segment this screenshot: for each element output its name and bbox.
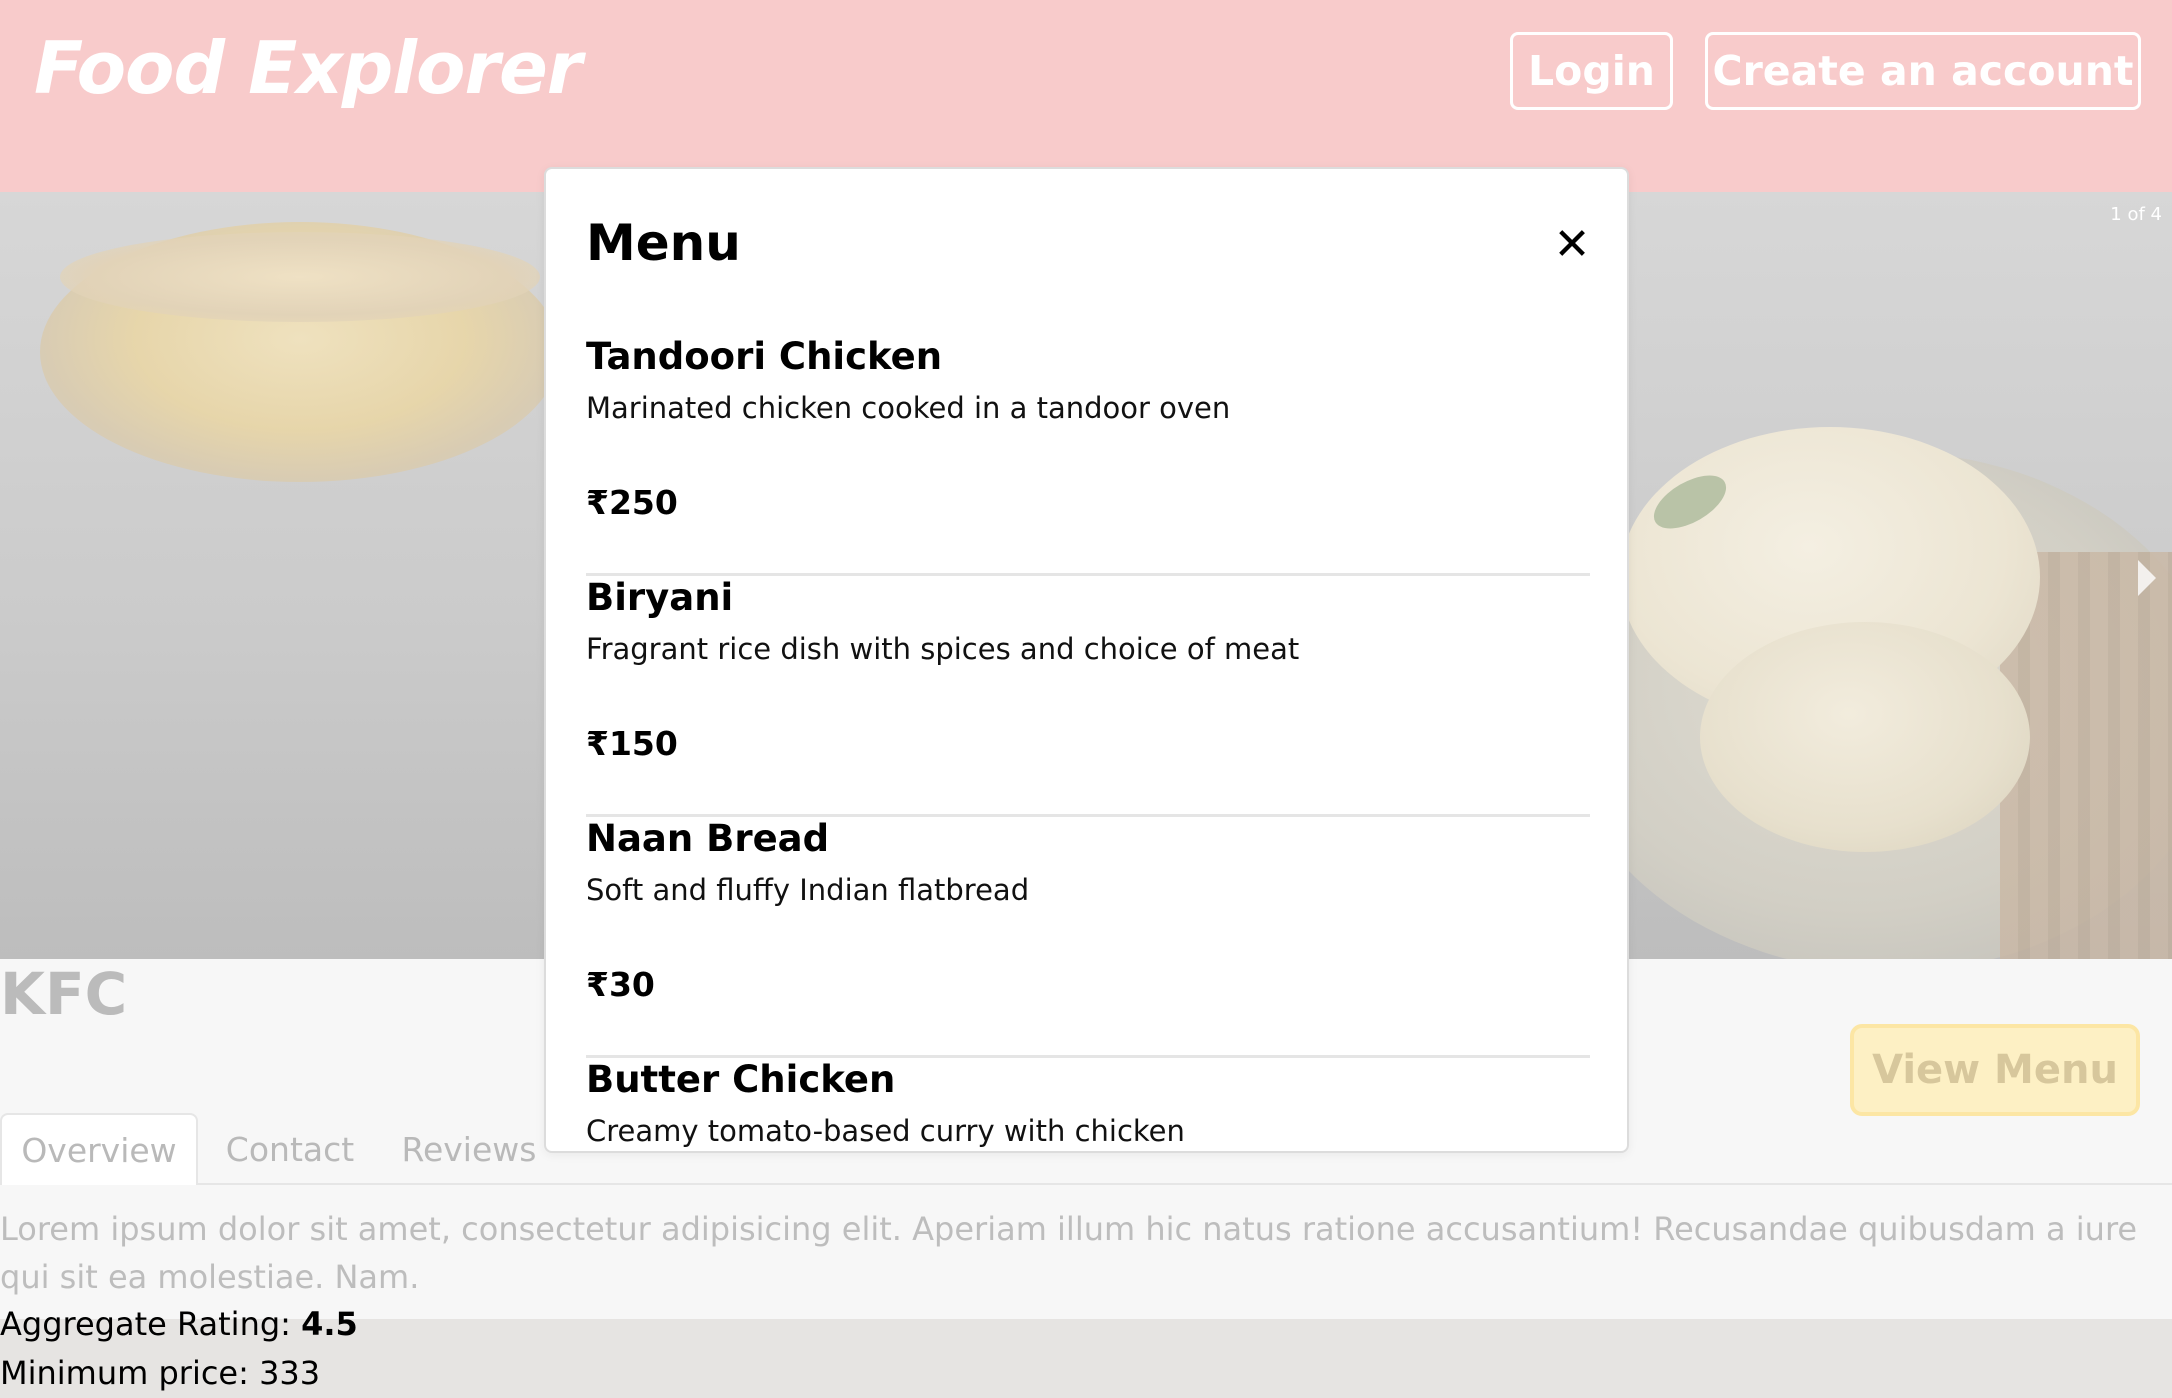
view-menu-button[interactable]: View Menu [1850, 1024, 2140, 1116]
top-navbar: Food Explorer Login Create an account [0, 0, 2172, 192]
modal-title: Menu [586, 214, 741, 272]
tab-reviews[interactable]: Reviews [380, 1113, 558, 1185]
brand-logo[interactable]: Food Explorer [34, 26, 582, 110]
login-button[interactable]: Login [1510, 32, 1673, 110]
menu-item: Butter Chicken Creamy tomato-based curry… [586, 1058, 1590, 1151]
menu-item-description: Marinated chicken cooked in a tandoor ov… [586, 391, 1231, 425]
min-price-value: 333 [259, 1354, 321, 1392]
menu-item-name: Tandoori Chicken [586, 335, 943, 378]
create-account-button[interactable]: Create an account [1705, 32, 2141, 110]
menu-item: Biryani Fragrant rice dish with spices a… [586, 576, 1590, 817]
minimum-price: Minimum price: 333 [0, 1354, 320, 1392]
menu-item: Naan Bread Soft and fluffy Indian flatbr… [586, 817, 1590, 1058]
menu-item-name: Naan Bread [586, 817, 830, 860]
menu-item: Tandoori Chicken Marinated chicken cooke… [586, 335, 1590, 576]
close-icon[interactable]: ✕ [1552, 223, 1592, 267]
min-price-label: Minimum price: [0, 1354, 260, 1392]
rating-value: 4.5 [301, 1305, 358, 1343]
menu-modal: Menu ✕ Tandoori Chicken Marinated chicke… [544, 167, 1629, 1153]
tab-overview[interactable]: Overview [0, 1113, 198, 1185]
slide-counter: 1 of 4 [2110, 204, 2162, 225]
aggregate-rating: Aggregate Rating: 4.5 [0, 1305, 358, 1343]
menu-item-price: ₹250 [586, 483, 678, 522]
menu-item-description: Creamy tomato-based curry with chicken [586, 1114, 1185, 1148]
menu-item-price: ₹30 [586, 965, 655, 1004]
next-arrow-icon[interactable] [2138, 560, 2156, 596]
rating-label: Aggregate Rating: [0, 1305, 302, 1343]
menu-item-description: Fragrant rice dish with spices and choic… [586, 632, 1300, 666]
menu-list: Tandoori Chicken Marinated chicken cooke… [586, 335, 1590, 1151]
restaurant-name: KFC [0, 960, 128, 1028]
menu-item-name: Biryani [586, 576, 734, 619]
tab-contact[interactable]: Contact [200, 1113, 380, 1185]
carousel-image-food [1700, 622, 2030, 852]
carousel-image-bowl-rim [60, 232, 540, 322]
menu-item-price: ₹150 [586, 724, 678, 763]
menu-item-description: Soft and fluffy Indian flatbread [586, 873, 1030, 907]
menu-item-name: Butter Chicken [586, 1058, 896, 1101]
restaurant-description: Lorem ipsum dolor sit amet, consectetur … [0, 1210, 2138, 1296]
